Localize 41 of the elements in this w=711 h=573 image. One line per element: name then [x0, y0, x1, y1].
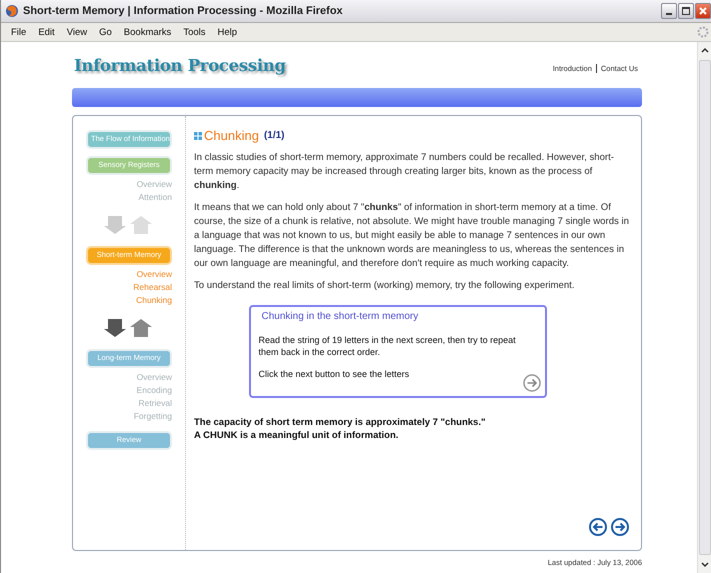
scroll-up-icon[interactable]	[700, 46, 710, 54]
menu-item[interactable]: Edit	[32, 26, 61, 38]
sidebar-link[interactable]: Retrieval	[138, 397, 172, 410]
menu-item[interactable]: Tools	[177, 26, 212, 38]
sidebar-link[interactable]: Overview	[136, 371, 172, 384]
summary-text: A CHUNK is a meaningful unit of information.	[194, 429, 400, 442]
maximize-icon	[682, 7, 690, 15]
sidebar-link[interactable]: Rehearsal	[133, 281, 172, 294]
up-arrow-icon	[130, 319, 152, 337]
paragraph: In classic studies of short-term memory, approximate 7 numbers could be recalled. However, short-term memory capacity may be increased through creating larger bits, known as the process of chunking.	[194, 151, 615, 193]
scroll-down-icon[interactable]	[700, 561, 710, 569]
minimize-button[interactable]	[661, 3, 677, 19]
sidebar-link[interactable]: Forgetting	[134, 410, 172, 423]
menu-item[interactable]: Bookmarks	[118, 26, 178, 38]
menu-item[interactable]: View	[60, 26, 94, 38]
maximize-button[interactable]	[678, 3, 694, 19]
window-title: Short-term Memory | Information Processing - Mozilla Firefox	[23, 5, 344, 17]
firefox-globe-icon	[5, 4, 19, 18]
sidebar-link[interactable]: Encoding	[136, 384, 172, 397]
close-icon	[699, 7, 707, 15]
up-arrow-icon	[130, 216, 152, 234]
instruction-text: Read the string of 19 letters in the next screen, then try to repeat them back in the correct order.	[258, 334, 517, 358]
throbber-icon	[697, 26, 709, 38]
paragraph: It means that we can hold only about 7 "chunks" of information in short-term memory at a time. Of course, the size of a chunk is relative, not absolute. We might have trouble managing 7 single words in a language that was not known to us, but might easily be able to manage 7 sentences in our own language. The difference is that the unknown words are meaningless to us, whereas the sentences in our own language are meaningful, and therefore don't require as much working capacity.	[194, 201, 630, 271]
activity-title: Chunking in the short-term memory	[262, 311, 420, 322]
page-counter: (1/1)	[264, 130, 284, 141]
sidebar-link[interactable]: Chunking	[136, 294, 172, 307]
close-button[interactable]	[695, 3, 711, 19]
scrollbar[interactable]	[697, 42, 711, 573]
bullet-icon	[194, 132, 202, 140]
summary-text: The capacity of short term memory is approximately 7 "chunks."	[194, 416, 486, 429]
sidebar-link[interactable]: Attention	[138, 191, 172, 204]
menu-item[interactable]: Go	[93, 26, 118, 38]
section-heading: Chunking	[204, 128, 259, 143]
site-title: Information Processing	[74, 56, 286, 74]
sidebar-link[interactable]: Overview	[136, 268, 172, 281]
sidebar-link[interactable]: Overview	[136, 178, 172, 191]
menu-item[interactable]: File	[5, 26, 32, 38]
paragraph: To understand the real limits of short-term (working) memory, try the following experiment.	[194, 279, 576, 293]
instruction-text: Click the next button to see the letters	[258, 368, 410, 380]
menu-item[interactable]: Help	[212, 26, 244, 38]
